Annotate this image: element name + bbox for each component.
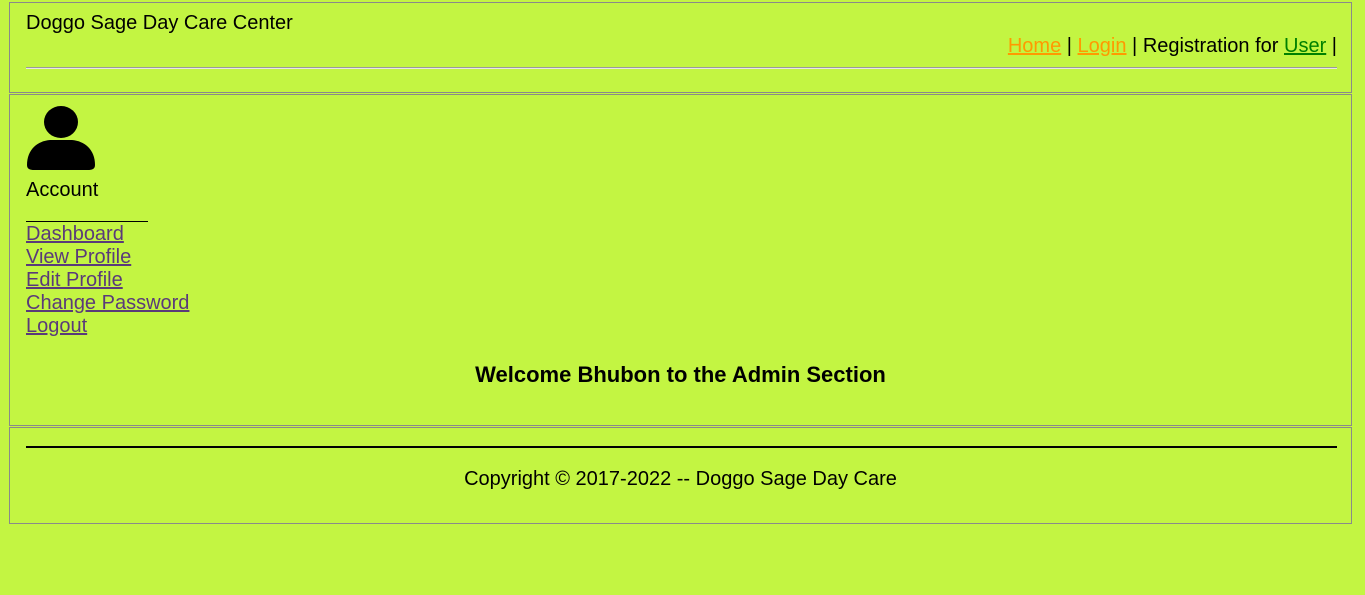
nav-user-registration-link[interactable]: User [1284, 35, 1326, 57]
nav-separator: | [1331, 35, 1337, 57]
footer-divider [26, 446, 1337, 448]
dashboard-link[interactable]: Dashboard [26, 223, 189, 246]
view-profile-link[interactable]: View Profile [26, 246, 189, 269]
welcome-heading: Welcome Bhubon to the Admin Section [475, 362, 886, 387]
edit-profile-link[interactable]: Edit Profile [26, 269, 189, 292]
nav-separator: | [1066, 35, 1072, 57]
header-divider [26, 67, 1337, 69]
logout-link[interactable]: Logout [26, 315, 189, 338]
user-silhouette-icon [27, 106, 95, 170]
change-password-link[interactable]: Change Password [26, 292, 189, 315]
top-navigation: Home | Login | Registration for User | [1008, 34, 1337, 58]
main-section: Account Dashboard View Profile Edit Prof… [9, 94, 1352, 426]
site-title: Doggo Sage Day Care Center [26, 12, 293, 34]
registration-text: Registration for [1142, 35, 1279, 57]
nav-login-link[interactable]: Login [1078, 35, 1127, 57]
account-divider [26, 221, 148, 222]
account-label: Account [26, 179, 99, 201]
nav-home-link[interactable]: Home [1008, 35, 1061, 57]
site-footer: Copyright © 2017-2022 -- Doggo Sage Day … [9, 427, 1352, 524]
copyright-text: Copyright © 2017-2022 -- Doggo Sage Day … [464, 468, 897, 490]
account-menu: Dashboard View Profile Edit Profile Chan… [26, 223, 189, 338]
site-header: Doggo Sage Day Care Center Home | Login … [9, 2, 1352, 93]
nav-separator: | [1132, 35, 1138, 57]
